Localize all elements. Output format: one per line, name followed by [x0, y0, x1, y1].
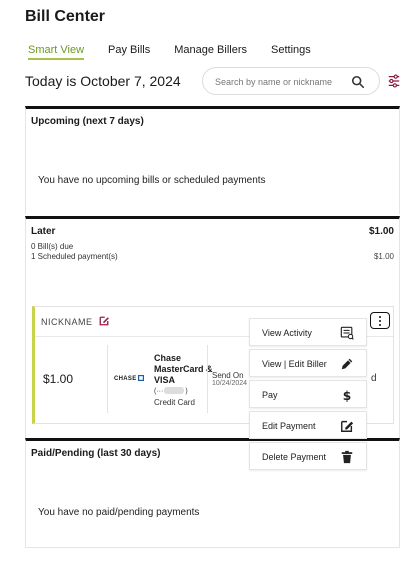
upcoming-title: Upcoming (next 7 days)	[31, 116, 144, 127]
scheduled-amount: $1.00	[373, 252, 394, 261]
tab-label: Manage Billers	[174, 44, 247, 56]
kebab-dot	[379, 324, 381, 326]
menu-item-delete-payment[interactable]: Delete Payment	[249, 442, 367, 470]
account-mask-end: )	[185, 388, 188, 395]
status-text-fragment: d	[371, 373, 377, 384]
search-box	[202, 67, 380, 95]
later-title: Later	[31, 226, 56, 237]
pencil-icon	[341, 358, 353, 370]
tab-label: Smart View	[28, 44, 85, 56]
send-on-date: 10/24/2024	[212, 380, 248, 387]
chase-octagon-icon	[138, 375, 145, 381]
activity-icon	[340, 326, 354, 340]
tab-manage-billers[interactable]: Manage Billers	[174, 44, 247, 60]
today-date: Today is October 7, 2024	[25, 73, 181, 89]
account-mask-start: (···	[154, 388, 164, 395]
account-type: Credit Card	[154, 398, 195, 407]
later-total-amount: $1.00	[368, 226, 394, 237]
payment-amount: $1.00	[43, 372, 74, 386]
menu-item-label: View | Edit Biller	[262, 359, 327, 369]
menu-item-label: Delete Payment	[262, 452, 327, 462]
menu-item-edit-payment[interactable]: Edit Payment	[249, 411, 367, 439]
tab-settings[interactable]: Settings	[271, 44, 311, 60]
tab-pay-bills[interactable]: Pay Bills	[108, 44, 150, 60]
page-title: Bill Center	[25, 8, 106, 25]
upcoming-empty-message: You have no upcoming bills or scheduled …	[38, 175, 266, 186]
tab-smart-view[interactable]: Smart View	[28, 44, 85, 60]
scheduled-payments-count: 1 Scheduled payment(s)	[31, 252, 118, 261]
menu-item-label: Pay	[262, 390, 278, 400]
biller-name: Chase MasterCard & VISA	[154, 353, 213, 385]
kebab-dot	[379, 320, 381, 322]
tab-bar: Smart View Pay Bills Manage Billers Sett…	[28, 44, 335, 60]
more-options-button[interactable]	[370, 312, 390, 329]
redacted-account	[164, 387, 185, 394]
divider	[207, 345, 208, 413]
dollar-icon: $	[343, 389, 352, 402]
chase-logo: CHASE	[114, 375, 145, 382]
kebab-dot	[379, 316, 381, 318]
menu-item-view-edit-biller[interactable]: View | Edit Biller	[249, 349, 367, 377]
account-mask: (···)	[154, 387, 188, 395]
trash-icon	[341, 450, 353, 464]
search-input[interactable]	[215, 74, 350, 90]
svg-text:$: $	[343, 389, 352, 402]
edit-nickname-icon[interactable]	[98, 315, 110, 327]
paid-empty-message: You have no paid/pending payments	[38, 507, 200, 518]
menu-item-view-activity[interactable]: View Activity	[249, 318, 367, 346]
options-menu: View Activity View | Edit Biller Pay $ E…	[249, 318, 367, 473]
menu-item-pay[interactable]: Pay $	[249, 380, 367, 408]
send-on-label: Send On	[212, 371, 244, 380]
menu-item-label: Edit Payment	[262, 421, 316, 431]
filter-sliders-icon[interactable]	[387, 74, 401, 88]
biller-nickname: NICKNAME	[41, 317, 93, 327]
tab-label: Settings	[271, 44, 311, 56]
tab-label: Pay Bills	[108, 44, 151, 56]
upcoming-section: Upcoming (next 7 days) You have no upcom…	[25, 106, 400, 214]
divider	[107, 345, 108, 413]
bills-due-count: 0 Bill(s) due	[31, 242, 74, 251]
menu-item-label: View Activity	[262, 328, 312, 338]
edit-square-icon	[341, 420, 354, 432]
paid-pending-title: Paid/Pending (last 30 days)	[31, 448, 161, 459]
chase-logo-text: CHASE	[114, 376, 137, 382]
search-icon[interactable]	[351, 75, 365, 89]
